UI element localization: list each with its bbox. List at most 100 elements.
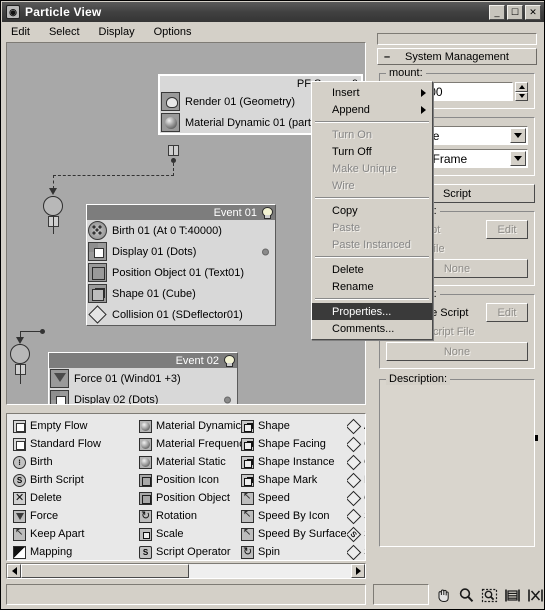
event-02-input-socket[interactable] [10,344,30,364]
node-row-label: Display 01 (Dots) [112,245,197,258]
ctx-item-append[interactable]: Append [312,101,432,118]
depot-item-force[interactable]: Force [13,507,143,525]
node-row[interactable]: Position Object 01 (Text01) [87,262,275,283]
depot-item-position-object[interactable]: Position Object [139,489,249,507]
chevron-down-icon[interactable] [510,151,526,166]
node-event-01[interactable]: Event 01 Birth 01 (At 0 T:40000) Display… [86,204,276,326]
ctx-item-turn-on[interactable]: Turn On [312,126,432,143]
pf-source-output-socket[interactable] [168,145,179,156]
rollout-toggle-icon[interactable]: – [384,51,390,63]
ctx-item-turn-off[interactable]: Turn Off [312,143,432,160]
ctx-item-copy[interactable]: Copy [312,202,432,219]
scrollbar-track[interactable] [21,564,351,578]
row-marker-dot [262,248,269,255]
depot-item-scale[interactable]: Scale [139,525,249,543]
final-script-file-button[interactable]: None [386,342,528,361]
scrollbar-thumb[interactable] [21,564,189,578]
node-row-label: Birth 01 (At 0 T:40000) [112,224,222,237]
depot-item-shape[interactable]: Shape [241,417,346,435]
depot-item-speed[interactable]: Speed [241,489,346,507]
spinner-down-icon[interactable] [515,91,528,101]
depot-item-test[interactable]: S [347,543,365,560]
depot-item-test[interactable]: S [347,507,365,525]
depot-item-spin[interactable]: Spin [241,543,346,560]
ctx-item-make-unique[interactable]: Make Unique [312,160,432,177]
depot-item-test[interactable]: C [347,489,365,507]
lightbulb-icon[interactable] [261,206,273,219]
pan-hand-icon[interactable] [435,587,452,604]
zoom-extents-icon[interactable] [504,587,521,604]
test-diamond-icon [347,456,360,469]
minimize-button[interactable]: _ [489,4,505,20]
node-row[interactable]: Display 01 (Dots) [87,241,275,262]
depot-item-birth-script[interactable]: S Birth Script [13,471,143,489]
menu-select[interactable]: Select [49,25,90,39]
depot-panel[interactable]: Empty Flow Standard Flow ⁝ Birth S Birth S… [6,413,366,561]
event-01-input-socket[interactable] [43,196,63,216]
depot-item-delete[interactable]: Delete [13,489,143,507]
node-row[interactable]: Collision 01 (SDeflector01) [87,304,275,325]
context-menu[interactable]: Insert Append Turn On Turn Off Make Uniq… [311,81,433,340]
ctx-item-rename[interactable]: Rename [312,278,432,295]
depot-item-keep-apart[interactable]: Keep Apart [13,525,143,543]
spinner-buttons[interactable] [515,82,528,101]
depot-item-birth[interactable]: ⁝ Birth [13,453,143,471]
depot-item-speed-by-icon[interactable]: Speed By Icon [241,507,346,525]
ctx-item-properties[interactable]: Properties... [312,303,432,320]
spinner-up-icon[interactable] [515,82,528,92]
depot-item-shape-mark[interactable]: Shape Mark [241,471,346,489]
depot-item-standard-flow[interactable]: Standard Flow [13,435,143,453]
app-icon: ◉ [6,5,20,19]
scroll-right-button[interactable] [351,564,365,578]
zoom-region-icon[interactable] [481,587,498,604]
depot-item-shape-instance[interactable]: Shape Instance [241,453,346,471]
ctx-item-paste[interactable]: Paste [312,219,432,236]
depot-item-test[interactable]: F [347,471,365,489]
ctx-item-comments[interactable]: Comments... [312,320,432,337]
depot-item-material-frequency[interactable]: Material Frequency [139,435,250,453]
node-event-02-header[interactable]: Event 02 [49,353,237,368]
depot-item-speed-by-surface[interactable]: Speed By Surface [241,525,347,543]
depot-item-label: S [364,510,365,522]
depot-item-mapping[interactable]: Mapping [13,543,143,560]
final-edit-button[interactable]: Edit [486,303,528,322]
node-event-02[interactable]: Event 02 Force 01 (Wind01 +3) Display 02… [48,352,238,404]
depot-item-test[interactable]: C [347,453,365,471]
depot-item-test-script[interactable]: S [347,525,365,543]
menu-separator [315,298,429,300]
lightbulb-icon[interactable] [223,354,235,367]
ctx-item-delete[interactable]: Delete [312,261,432,278]
close-button[interactable]: ✕ [525,4,541,20]
maximize-button[interactable]: ☐ [507,4,523,20]
zoom-magnifier-icon[interactable] [458,587,475,604]
ctx-item-wire[interactable]: Wire [312,177,432,194]
menu-options[interactable]: Options [154,25,202,39]
depot-item-material-dynamic[interactable]: Material Dynamic [139,417,249,435]
depot-item-empty-flow[interactable]: Empty Flow [13,417,143,435]
depot-item-test[interactable]: A [347,417,365,435]
node-row[interactable]: Birth 01 (At 0 T:40000) [87,220,275,241]
node-row[interactable]: Force 01 (Wind01 +3) [49,368,237,389]
depot-item-position-icon[interactable]: Position Icon [139,471,249,489]
chevron-down-icon[interactable] [510,128,526,143]
ctx-item-paste-instanced[interactable]: Paste Instanced [312,236,432,253]
scroll-left-button[interactable] [7,564,21,578]
rollout-system-management[interactable]: – System Management [377,48,537,65]
depot-item-script-operator[interactable]: S Script Operator [139,543,249,560]
horizontal-scrollbar[interactable] [6,563,366,579]
depot-item-shape-facing[interactable]: Shape Facing [241,435,346,453]
menu-edit[interactable]: Edit [11,25,40,39]
depot-item-rotation[interactable]: Rotation [139,507,249,525]
node-row[interactable]: Display 02 (Dots) [49,389,237,404]
depot-item-label: Position Object [156,492,230,504]
node-row[interactable]: Shape 01 (Cube) [87,283,275,304]
menu-display[interactable]: Display [99,25,145,39]
depot-item-test[interactable]: C [347,435,365,453]
every-edit-button[interactable]: Edit [486,220,528,239]
depot-item-material-static[interactable]: Material Static [139,453,249,471]
material-dynamic-icon [139,419,152,433]
node-event-01-header[interactable]: Event 01 [87,205,275,220]
zoom-extents-selected-icon[interactable] [527,587,544,604]
menu-separator [315,256,429,258]
ctx-item-insert[interactable]: Insert [312,84,432,101]
